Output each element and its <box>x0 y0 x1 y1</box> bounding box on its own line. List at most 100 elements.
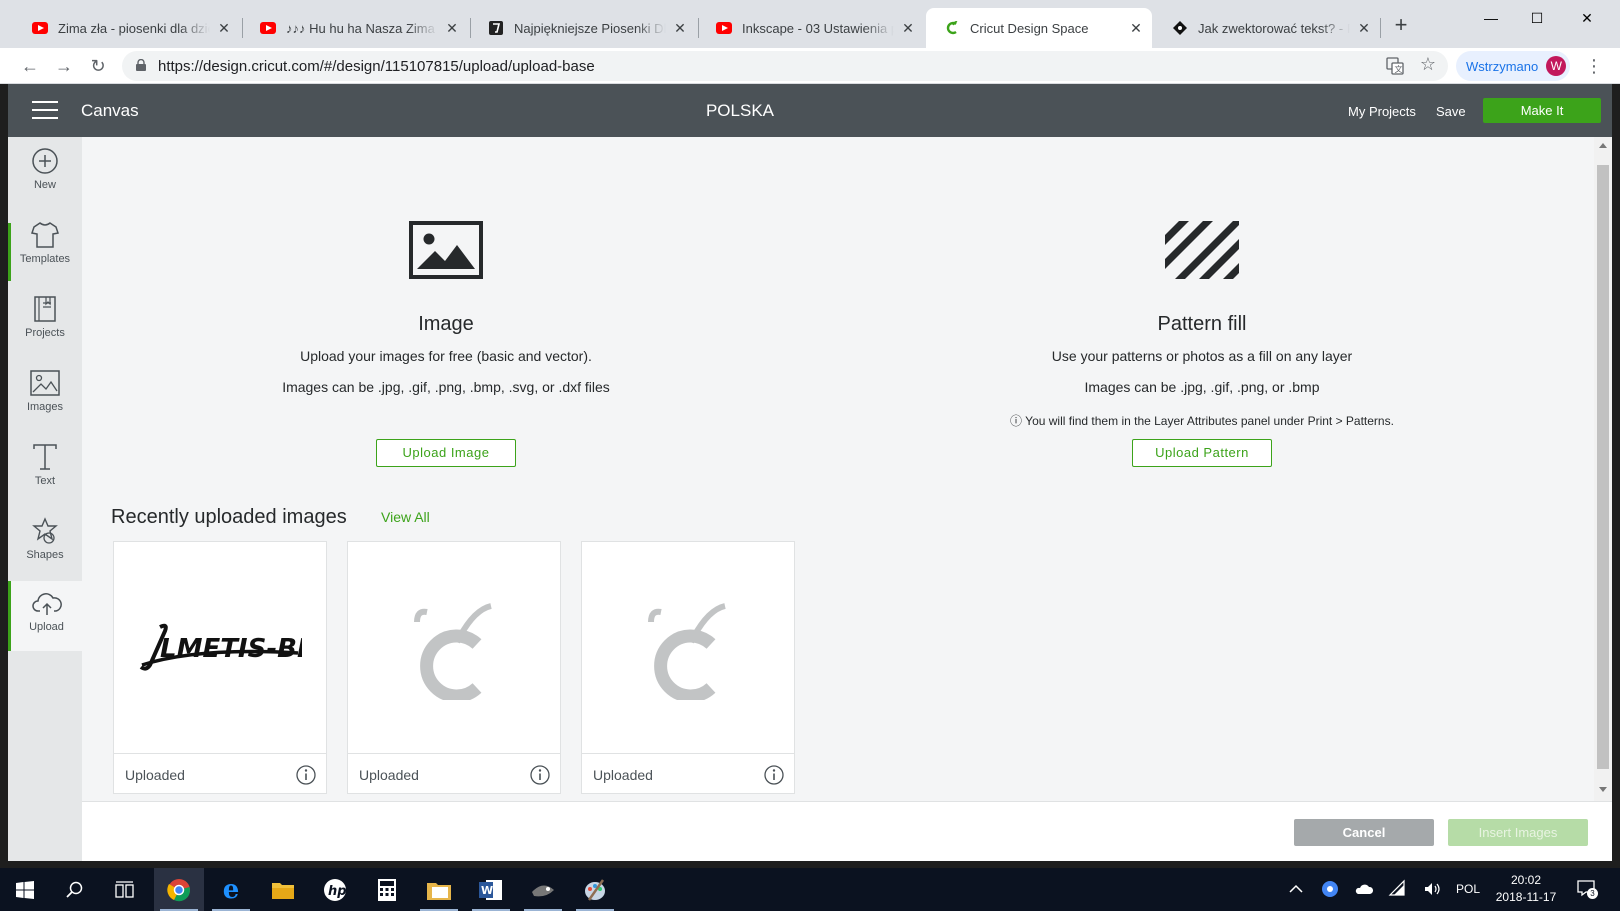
view-all-link[interactable]: View All <box>381 509 430 525</box>
close-icon[interactable]: ✕ <box>444 20 460 37</box>
card-label: Uploaded <box>125 767 185 783</box>
upload-pattern-button[interactable]: Upload Pattern <box>1132 439 1272 467</box>
browser-tab-6[interactable]: Jak zwektorować tekst? - Forum ✕ <box>1154 8 1380 48</box>
browser-tab-3[interactable]: Najpiękniejsze Piosenki Dla Dzieci ✕ <box>470 8 696 48</box>
info-icon[interactable] <box>764 765 784 785</box>
pattern-formats: Images can be .jpg, .gif, .png, or .bmp <box>1084 379 1320 395</box>
chevron-up-icon[interactable] <box>1286 879 1306 899</box>
translate-icon[interactable]: 文 <box>1386 57 1404 75</box>
onedrive-cloud-icon[interactable] <box>1354 879 1374 899</box>
new-tab-button[interactable]: + <box>1390 14 1412 36</box>
uploaded-image-card[interactable]: Uploaded <box>581 541 795 794</box>
info-icon[interactable] <box>530 765 550 785</box>
volume-icon[interactable] <box>1422 879 1442 899</box>
tool-templates[interactable]: Templates <box>8 211 82 281</box>
browser-tab-1[interactable]: Zima zła - piosenki dla dzieci ✕ <box>14 8 240 48</box>
plus-circle-icon <box>32 148 58 174</box>
taskbar-clock[interactable]: 20:02 2018-11-17 <box>1486 872 1566 906</box>
uploaded-thumbnail[interactable] <box>582 542 794 753</box>
image-icon <box>30 370 60 396</box>
bookmark-star-icon[interactable]: ☆ <box>1420 54 1436 75</box>
vertical-scrollbar[interactable] <box>1594 137 1612 801</box>
forum-icon <box>1172 20 1188 36</box>
image-description: Upload your images for free (basic and v… <box>300 348 592 364</box>
google-drive-sync-icon[interactable] <box>1320 879 1340 899</box>
minimize-icon[interactable]: — <box>1468 6 1514 30</box>
wifi-icon[interactable] <box>1388 879 1408 899</box>
close-icon[interactable]: ✕ <box>1356 20 1372 37</box>
tool-projects[interactable]: Projects <box>8 285 82 355</box>
make-it-button[interactable]: Make It <box>1483 98 1601 123</box>
hp-icon[interactable]: hp <box>310 868 360 911</box>
maximize-icon[interactable]: ☐ <box>1514 6 1560 30</box>
card-label: Uploaded <box>359 767 419 783</box>
tool-shapes[interactable]: Shapes <box>8 507 82 577</box>
shapes-icon <box>32 517 58 544</box>
image-upload-icon <box>409 221 483 279</box>
cancel-button[interactable]: Cancel <box>1294 819 1434 846</box>
scroll-down-arrow-icon[interactable] <box>1599 787 1607 792</box>
task-view-icon[interactable] <box>100 868 150 911</box>
close-icon[interactable]: ✕ <box>900 20 916 37</box>
input-language[interactable]: POL <box>1456 882 1480 896</box>
url-text[interactable]: https://design.cricut.com/#/design/11510… <box>158 58 595 75</box>
tool-upload[interactable]: Upload <box>8 581 82 651</box>
search-icon[interactable] <box>50 868 100 911</box>
browser-toolbar: ← → ↻ https://design.cricut.com/#/design… <box>0 48 1620 84</box>
lock-icon <box>136 59 146 71</box>
uploaded-image-card[interactable]: Uploaded <box>347 541 561 794</box>
browser-tab-5[interactable]: Cricut Design Space ✕ <box>926 8 1152 48</box>
my-projects-link[interactable]: My Projects <box>1348 104 1416 119</box>
browser-tab-2[interactable]: ♪♪♪ Hu hu ha Nasza Zima Zła ✕ <box>242 8 468 48</box>
uploaded-image-card[interactable]: LMETIS-BIS Uploaded <box>113 541 327 794</box>
cricut-placeholder-icon <box>414 602 492 700</box>
tool-images[interactable]: Images <box>8 359 82 429</box>
insert-images-button[interactable]: Insert Images <box>1448 819 1588 846</box>
card-footer: Uploaded <box>348 753 560 793</box>
window-close-icon[interactable]: ✕ <box>1564 6 1610 30</box>
tool-text[interactable]: Text <box>8 433 82 503</box>
forward-icon[interactable]: → <box>52 54 76 78</box>
screen: Zima zła - piosenki dla dzieci ✕ ♪♪♪ Hu … <box>0 0 1620 911</box>
uploaded-thumbnail[interactable]: LMETIS-BIS <box>114 542 326 753</box>
tab-title: Najpiękniejsze Piosenki Dla Dzieci <box>514 20 666 36</box>
windows-start-icon[interactable] <box>0 868 50 911</box>
project-name: POLSKA <box>705 101 775 120</box>
tool-new[interactable]: New <box>8 137 82 207</box>
reload-icon[interactable]: ↻ <box>86 54 110 78</box>
card-footer: Uploaded <box>114 753 326 793</box>
app-header: Canvas POLSKA My Projects Save Make It <box>8 84 1612 137</box>
word-icon[interactable]: W <box>466 868 516 911</box>
scroll-thumb[interactable] <box>1597 165 1609 769</box>
browser-tab-4[interactable]: Inkscape - 03 Ustawienia programu ✕ <box>698 8 924 48</box>
recent-uploads-title: Recently uploaded images <box>111 506 347 528</box>
save-button[interactable]: Save <box>1436 104 1466 119</box>
documents-folder-icon[interactable] <box>414 868 464 911</box>
inkscape-icon[interactable] <box>518 868 568 911</box>
profile-button[interactable]: Wstrzymano W <box>1456 51 1570 81</box>
scroll-up-arrow-icon[interactable] <box>1599 143 1607 148</box>
close-icon[interactable]: ✕ <box>1128 20 1144 37</box>
more-vert-icon[interactable]: ⋮ <box>1582 54 1606 78</box>
omnibox[interactable]: https://design.cricut.com/#/design/11510… <box>122 51 1448 81</box>
svg-text:hp: hp <box>328 884 347 899</box>
browser-tab-bar: Zima zła - piosenki dla dzieci ✕ ♪♪♪ Hu … <box>0 0 1620 48</box>
calculator-icon[interactable] <box>362 868 412 911</box>
projects-book-icon <box>34 296 56 322</box>
close-icon[interactable]: ✕ <box>672 20 688 37</box>
blog-icon <box>488 20 504 36</box>
youtube-icon <box>716 20 732 36</box>
close-icon[interactable]: ✕ <box>216 20 232 37</box>
tab-title: Inkscape - 03 Ustawienia programu <box>742 20 894 36</box>
card-label: Uploaded <box>593 767 653 783</box>
info-icon[interactable] <box>296 765 316 785</box>
notification-center-icon[interactable]: 3 <box>1576 878 1598 899</box>
file-explorer-icon[interactable] <box>258 868 308 911</box>
upload-image-button[interactable]: Upload Image <box>376 439 516 467</box>
uploaded-thumbnail[interactable] <box>348 542 560 753</box>
clock-date: 2018-11-17 <box>1495 890 1557 904</box>
paint-icon[interactable] <box>570 868 620 911</box>
back-icon[interactable]: ← <box>18 54 42 78</box>
chrome-taskbar-icon[interactable] <box>154 868 204 911</box>
edge-taskbar-icon[interactable]: e <box>206 868 256 911</box>
